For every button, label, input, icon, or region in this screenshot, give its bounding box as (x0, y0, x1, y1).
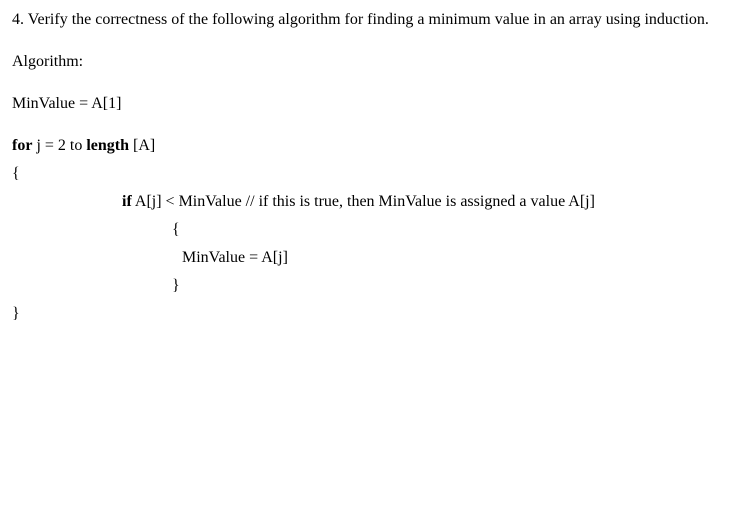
length-keyword: length (86, 137, 129, 154)
question-body: Verify the correctness of the following … (28, 11, 709, 28)
for-array: [A] (129, 137, 155, 154)
if-condition: A[j] < MinValue // if this is true, then… (132, 193, 595, 210)
for-keyword: for (12, 137, 32, 154)
inner-close-brace: } (172, 274, 719, 298)
outer-close-brace: } (12, 302, 719, 326)
if-keyword: if (122, 193, 132, 210)
algorithm-label: Algorithm: (12, 50, 719, 74)
inner-open-brace: { (172, 218, 719, 242)
code-for-line: for j = 2 to length [A] (12, 134, 719, 158)
outer-open-brace: { (12, 162, 719, 186)
for-condition: j = 2 to (32, 137, 86, 154)
question-text: 4. Verify the correctness of the followi… (12, 8, 719, 32)
code-init: MinValue = A[1] (12, 92, 719, 116)
code-assign: MinValue = A[j] (182, 246, 719, 270)
question-number: 4. (12, 11, 24, 28)
code-if-line: if A[j] < MinValue // if this is true, t… (122, 190, 719, 214)
